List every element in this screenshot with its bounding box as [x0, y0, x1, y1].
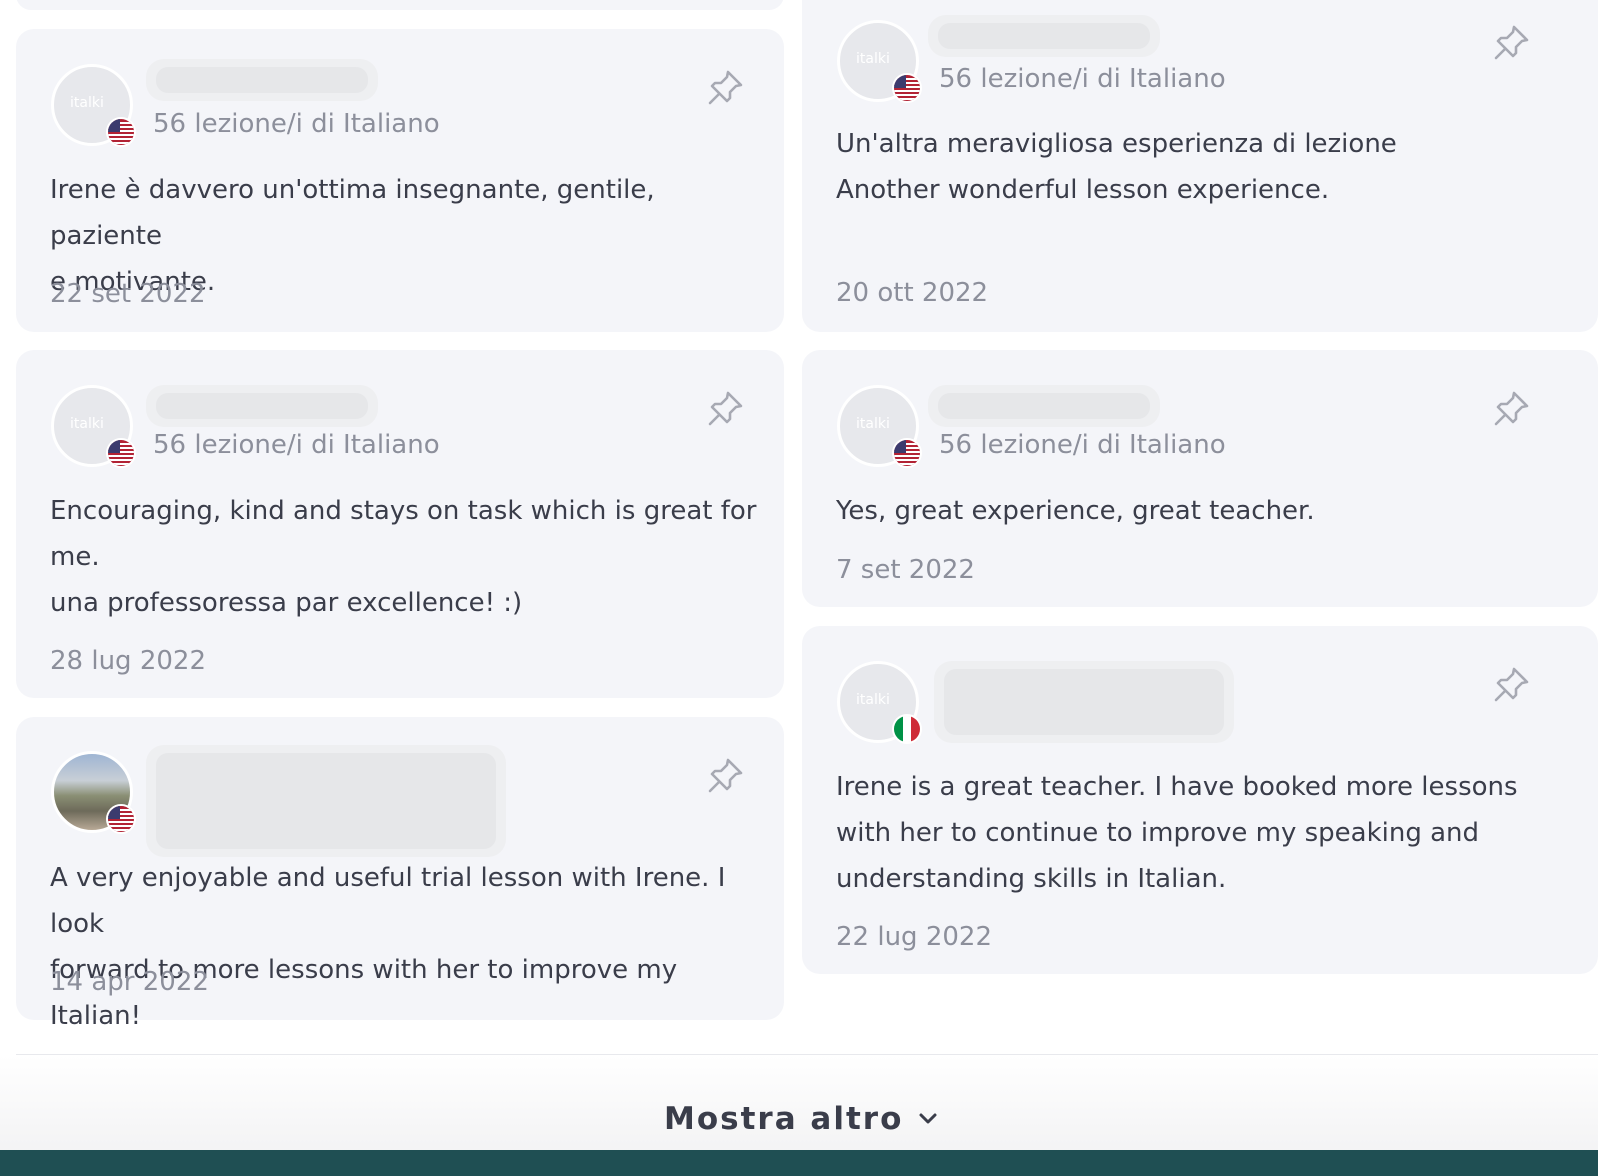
reviewer-name-placeholder[interactable]: [146, 59, 378, 101]
review-text: Irene is a great teacher. I have booked …: [836, 772, 1518, 894]
us-flag-icon: [892, 73, 922, 103]
review-date: 28 lug 2022: [50, 646, 206, 676]
show-more-label: Mostra altro: [664, 1101, 904, 1137]
pin-icon[interactable]: [706, 388, 746, 428]
review-date: 20 ott 2022: [836, 278, 989, 308]
us-flag-icon: [106, 117, 136, 147]
us-flag-icon: [106, 438, 136, 468]
reviewer-name-placeholder[interactable]: [934, 661, 1234, 743]
review-card: A very enjoyable and useful trial lesson…: [16, 717, 784, 1031]
lesson-count: 56 lezione/i di Italiano: [153, 430, 440, 460]
review-card: italki 56 lezione/i di Italiano Un'altra…: [802, 0, 1598, 332]
review-card: italki 56 lezione/i di Italiano Encourag…: [16, 350, 784, 698]
review-card: italki Irene is a great teacher. I have …: [802, 626, 1598, 974]
pin-icon[interactable]: [706, 67, 746, 107]
review-text: Yes, great experience, great teacher.: [836, 496, 1315, 526]
review-date: 14 apr 2022: [50, 967, 209, 997]
review-text: Un'altra meravigliosa esperienza di lezi…: [836, 129, 1397, 205]
pin-icon[interactable]: [1492, 388, 1532, 428]
it-flag-icon: [892, 714, 922, 744]
reviewer-avatar[interactable]: italki: [51, 385, 136, 468]
review-date: 22 lug 2022: [836, 922, 992, 952]
reviewer-name-placeholder[interactable]: [146, 745, 506, 857]
italki-logo: italki: [856, 692, 890, 708]
reviewer-name-placeholder[interactable]: [928, 15, 1160, 57]
us-flag-icon: [106, 804, 136, 834]
lesson-count: 56 lezione/i di Italiano: [939, 430, 1226, 460]
reviewer-name-placeholder[interactable]: [928, 385, 1160, 427]
reviewer-avatar[interactable]: italki: [837, 385, 922, 468]
us-flag-icon: [892, 438, 922, 468]
review-date: 7 set 2022: [836, 555, 975, 585]
reviewer-avatar[interactable]: italki: [837, 661, 922, 744]
reviewer-avatar[interactable]: italki: [837, 20, 922, 103]
reviewer-name-placeholder[interactable]: [146, 385, 378, 427]
chevron-down-icon: [919, 1113, 937, 1124]
reviewer-avatar[interactable]: italki: [51, 64, 136, 147]
pin-icon[interactable]: [1492, 664, 1532, 704]
review-card-partial: [16, 0, 784, 10]
lesson-count: 56 lezione/i di Italiano: [153, 109, 440, 139]
pin-icon[interactable]: [1492, 22, 1532, 62]
lesson-count: 56 lezione/i di Italiano: [939, 64, 1226, 94]
review-card: italki 56 lezione/i di Italiano Irene è …: [16, 29, 784, 332]
italki-logo: italki: [70, 95, 104, 111]
italki-logo: italki: [856, 51, 890, 67]
review-card: italki 56 lezione/i di Italiano Yes, gre…: [802, 350, 1598, 607]
show-more-button[interactable]: Mostra altro: [664, 1094, 939, 1144]
review-text: A very enjoyable and useful trial lesson…: [50, 863, 726, 1031]
footer-bar: [0, 1150, 1598, 1176]
review-text: Encouraging, kind and stays on task whic…: [50, 496, 757, 618]
italki-logo: italki: [70, 416, 104, 432]
review-date: 22 set 2022: [50, 279, 206, 309]
reviewer-avatar-photo[interactable]: [51, 751, 136, 834]
italki-logo: italki: [856, 416, 890, 432]
pin-icon[interactable]: [706, 755, 746, 795]
